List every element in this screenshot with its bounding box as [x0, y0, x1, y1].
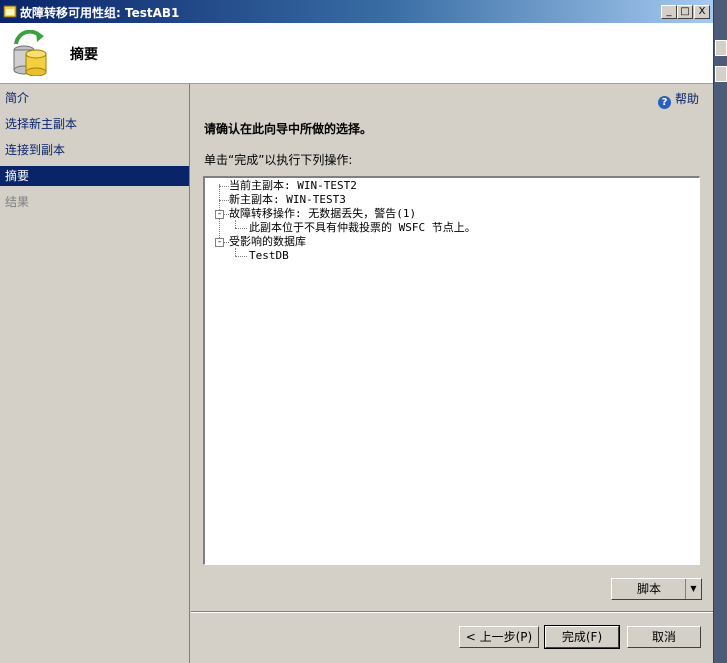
window-title: 故障转移可用性组: TestAB1	[20, 6, 180, 20]
tree-connector	[235, 256, 247, 257]
tree-node-failover-action[interactable]: 故障转移操作: 无数据丢失，警告(1)	[229, 207, 416, 221]
tree-node-new-primary[interactable]: 新主副本: WIN-TEST3	[229, 193, 346, 207]
chevron-down-icon[interactable]: ▼	[685, 579, 701, 599]
background-desktop	[714, 0, 727, 663]
script-button-label: 脚本	[636, 582, 661, 596]
wizard-nav: 简介 选择新主副本 连接到副本 摘要 结果	[0, 84, 190, 663]
nav-item-connect-replicas[interactable]: 连接到副本	[0, 140, 189, 160]
script-button[interactable]: 脚本 ▼	[611, 578, 702, 600]
help-label: 帮助	[674, 92, 699, 106]
summary-heading: 请确认在此向导中所做的选择。	[204, 122, 373, 136]
title-bar[interactable]: 故障转移可用性组: TestAB1 _ □ X	[0, 0, 713, 23]
nav-item-select-new-primary[interactable]: 选择新主副本	[0, 114, 189, 134]
database-failover-icon	[13, 30, 47, 76]
help-link[interactable]: ? 帮助	[657, 90, 699, 109]
page-title: 摘要	[70, 47, 98, 63]
tree-connector	[235, 248, 236, 256]
nav-item-summary[interactable]: 摘要	[0, 166, 189, 186]
tree-node-affected-databases[interactable]: 受影响的数据库	[229, 235, 306, 249]
maximize-button[interactable]: □	[677, 5, 693, 19]
wizard-header: 摘要	[0, 23, 713, 84]
tree-connector	[235, 220, 236, 228]
help-icon: ?	[657, 96, 671, 109]
background-window-button	[715, 40, 727, 56]
collapse-icon[interactable]: -	[215, 238, 224, 247]
app-icon	[3, 5, 17, 18]
tree-node-database[interactable]: TestDB	[249, 249, 289, 263]
previous-button[interactable]: < 上一步(P)	[459, 626, 539, 648]
summary-instruction: 单击“完成”以执行下列操作:	[204, 153, 353, 167]
tree-connector	[235, 228, 247, 229]
close-button[interactable]: X	[694, 5, 710, 19]
summary-tree[interactable]: 当前主副本: WIN-TEST2 新主副本: WIN-TEST3 - 故障转移操…	[203, 176, 700, 565]
tree-connector	[219, 200, 229, 201]
nav-item-introduction[interactable]: 简介	[0, 88, 189, 108]
wizard-window: 故障转移可用性组: TestAB1 _ □ X 摘要 简介 选择新主副本 连接到…	[0, 0, 714, 663]
collapse-icon[interactable]: -	[215, 210, 224, 219]
nav-item-results: 结果	[5, 195, 30, 209]
cancel-button[interactable]: 取消	[627, 626, 701, 648]
wizard-content: ? 帮助 请确认在此向导中所做的选择。 单击“完成”以执行下列操作: 当前主副本:…	[191, 84, 713, 663]
footer-divider	[191, 611, 713, 613]
tree-node-current-primary[interactable]: 当前主副本: WIN-TEST2	[229, 179, 357, 193]
tree-node-warning[interactable]: 此副本位于不具有仲裁投票的 WSFC 节点上。	[249, 221, 476, 235]
background-window-button	[715, 66, 727, 82]
finish-button[interactable]: 完成(F)	[544, 625, 620, 649]
tree-connector	[219, 186, 229, 187]
minimize-button[interactable]: _	[661, 5, 677, 19]
